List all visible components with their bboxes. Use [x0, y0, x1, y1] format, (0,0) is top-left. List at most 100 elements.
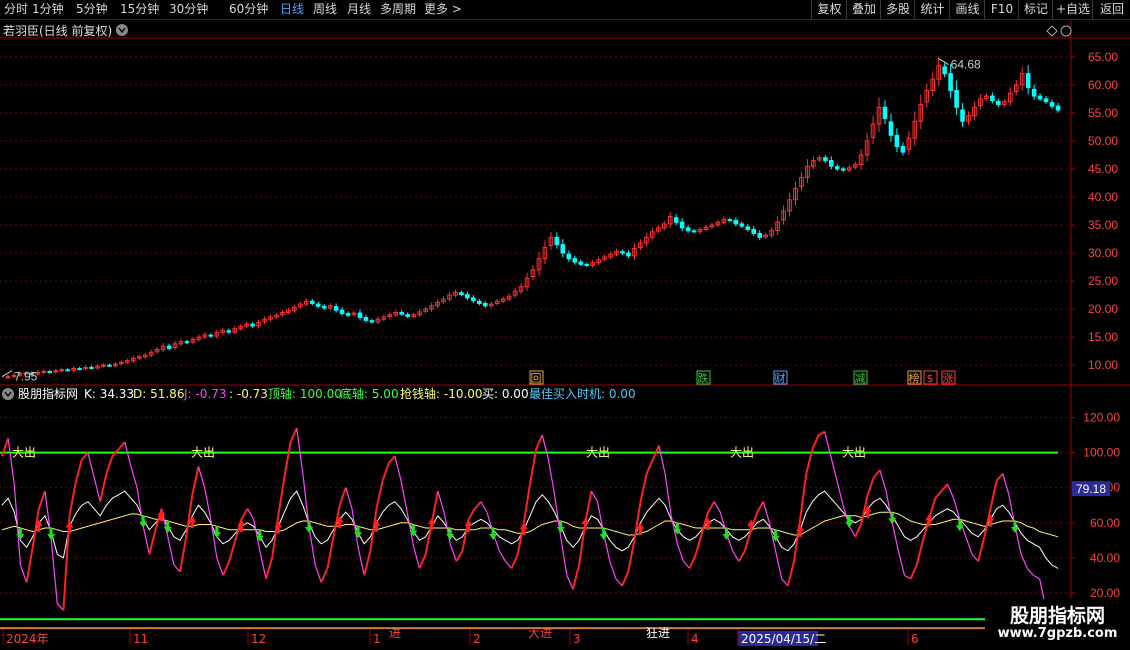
candle-body — [840, 168, 846, 171]
indicator-value-6: 抢钱轴: -10.00 — [400, 386, 483, 401]
candle-body — [679, 221, 685, 229]
main-ytick-label-4: 45.00 — [1088, 162, 1118, 176]
series-J-segment — [338, 487, 347, 506]
candle-body — [369, 320, 375, 323]
candle-body — [309, 300, 315, 305]
candle-body — [405, 314, 411, 317]
candle-body — [250, 323, 255, 327]
xaxis-label-3: 1 — [373, 632, 381, 646]
series-J-segment — [848, 525, 856, 538]
candle-body — [745, 226, 751, 231]
sell-label-4: 大出 — [842, 446, 866, 460]
candle-body — [990, 95, 995, 102]
series-J-segment — [676, 543, 685, 562]
toolbar-button-4[interactable]: 画线 — [949, 0, 985, 19]
sell-arrow — [556, 521, 565, 534]
series-J-segment — [529, 448, 538, 485]
main-ytick-label-10: 15.00 — [1088, 330, 1118, 344]
xaxis-label-7: 2025/04/15/二 — [741, 632, 826, 646]
indicator-dropdown-icon — [2, 388, 14, 400]
series-J-segment — [449, 543, 457, 562]
series-J-segment — [320, 567, 329, 583]
series-J-segment — [93, 477, 101, 502]
candle-body — [948, 73, 953, 91]
candle-body — [584, 263, 589, 266]
series-J-segment — [74, 459, 83, 483]
period-tab-1[interactable]: 1分钟 — [32, 2, 64, 17]
period-tab-10[interactable]: 更多 > — [424, 2, 462, 17]
event-badge-5: $ — [927, 372, 934, 385]
watermark-url: www.7gpzb.com — [997, 626, 1118, 641]
series-J-segment — [609, 561, 617, 580]
sell-arrow — [1011, 521, 1020, 534]
candle-body — [566, 253, 572, 260]
sell-arrow — [139, 515, 148, 528]
series-J-segment — [87, 452, 95, 478]
toolbar-button-0[interactable]: 复权 — [811, 0, 847, 19]
watermark-title: 股朋指标网 — [1009, 605, 1105, 627]
period-tab-7[interactable]: 周线 — [313, 2, 337, 17]
sell-label-3: 大出 — [730, 446, 754, 460]
period-tab-0[interactable]: 分时 — [4, 2, 28, 17]
main-ytick-label-3: 50.00 — [1088, 134, 1118, 148]
ind-ytick-label-3: 60.00 — [1090, 516, 1120, 530]
candle-body — [733, 220, 739, 225]
event-badge-4: 榜 — [909, 371, 920, 385]
series-J-segment — [732, 550, 740, 562]
series-J-segment — [560, 536, 568, 576]
toolbar-button-6[interactable]: 标记 — [1018, 0, 1053, 19]
candle-body — [459, 292, 464, 296]
main-ytick-label-2: 55.00 — [1088, 106, 1118, 120]
main-ytick-label-7: 30.00 — [1088, 246, 1118, 260]
series-J-segment — [185, 494, 194, 537]
series-J-segment — [566, 575, 574, 590]
toolbar-button-8[interactable]: 返回 — [1092, 0, 1130, 19]
candle-body — [345, 313, 351, 316]
series-J-segment — [173, 564, 181, 573]
series-J-segment — [357, 547, 365, 576]
series-J-segment — [621, 571, 630, 587]
xaxis-label-6: 4 — [691, 632, 699, 646]
toolbar-button-3[interactable]: 统计 — [914, 0, 950, 19]
period-tab-6[interactable]: 日线 — [280, 2, 304, 17]
toolbar-button-5[interactable]: F10 — [984, 0, 1019, 19]
candle-body — [900, 146, 906, 153]
series-J-segment — [240, 508, 249, 520]
series-J-segment — [117, 441, 126, 450]
series-J-segment — [179, 536, 188, 573]
event-badge-1: 跌 — [698, 371, 709, 385]
period-tab-9[interactable]: 多周期 — [380, 2, 416, 17]
series-J-segment — [437, 491, 445, 513]
series-J-segment — [707, 501, 716, 513]
period-tab-8[interactable]: 月线 — [347, 2, 371, 17]
toolbar-button-2[interactable]: 多股 — [880, 0, 915, 19]
series-J-segment — [277, 477, 286, 516]
series-J-segment — [148, 529, 157, 555]
series-J-segment — [786, 561, 795, 587]
candle-body — [739, 223, 745, 227]
series-J-segment — [504, 560, 513, 569]
toolbar-button-7[interactable]: +自选 — [1052, 0, 1093, 19]
series-J-segment — [326, 536, 335, 569]
candle-body — [834, 166, 840, 170]
series-J-segment — [216, 557, 224, 576]
period-tab-4[interactable]: 30分钟 — [169, 2, 208, 17]
series-J-segment — [1020, 554, 1028, 569]
toolbar-button-1[interactable]: 叠加 — [846, 0, 881, 19]
candle-body — [89, 366, 94, 369]
series-J-segment — [363, 550, 372, 576]
series-J-segment — [271, 515, 280, 558]
period-tab-3[interactable]: 15分钟 — [120, 2, 159, 17]
sell-arrow — [47, 528, 56, 541]
candle-body — [363, 317, 369, 321]
candle-body — [1025, 73, 1031, 89]
candle-body — [184, 341, 190, 344]
main-ytick-label-6: 35.00 — [1088, 218, 1118, 232]
period-tab-2[interactable]: 5分钟 — [76, 2, 108, 17]
series-J-segment — [572, 564, 581, 590]
candle-body — [339, 309, 345, 315]
candle-body — [727, 219, 733, 222]
candle-body — [47, 370, 53, 373]
period-tab-5[interactable]: 60分钟 — [229, 2, 268, 17]
series-J-segment — [683, 560, 691, 569]
